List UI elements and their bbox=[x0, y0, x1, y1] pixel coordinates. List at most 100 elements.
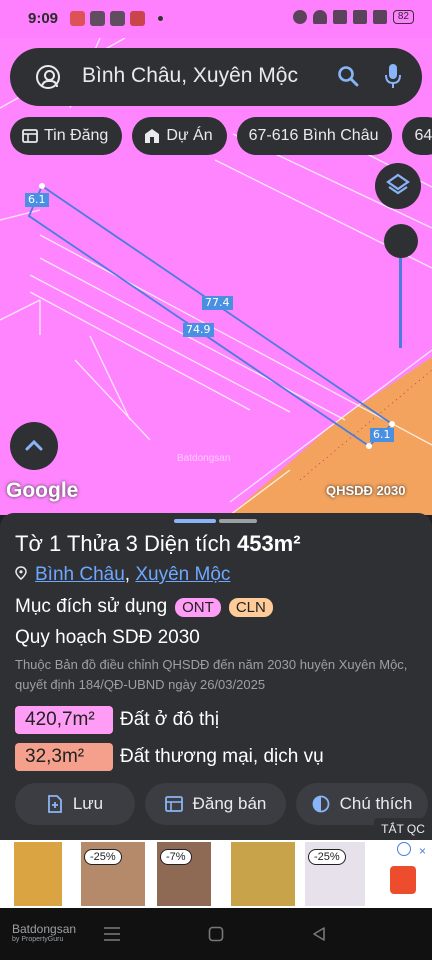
wifi-icon bbox=[312, 10, 327, 24]
address-district-link[interactable]: Xuyên Mộc bbox=[135, 564, 230, 585]
parcel-address: Bình Châu, Xuyên Mộc bbox=[15, 564, 230, 586]
opacity-slider-handle[interactable] bbox=[384, 224, 418, 258]
ad-banner[interactable]: TẮT QC -25% -7% -25% × bbox=[0, 818, 432, 908]
dimension-label: 74.9 bbox=[183, 323, 214, 337]
ad-product-image[interactable] bbox=[14, 842, 62, 906]
close-icon[interactable]: × bbox=[419, 844, 426, 858]
land-use-label: Mục đích sử dụng bbox=[15, 596, 168, 617]
save-label: Lưu bbox=[72, 794, 104, 813]
chip-tin-dang[interactable]: Tin Đăng bbox=[10, 117, 123, 155]
expand-button[interactable] bbox=[10, 422, 58, 470]
recent-apps-icon[interactable] bbox=[103, 926, 121, 942]
more-notifications-icon bbox=[158, 16, 163, 21]
dimension-label: 6.1 bbox=[25, 193, 49, 207]
location-pin-icon bbox=[15, 566, 27, 580]
chevron-up-icon bbox=[25, 439, 43, 451]
app-notification-icon bbox=[110, 11, 125, 26]
notification-icons bbox=[70, 11, 163, 26]
microphone-icon[interactable] bbox=[384, 63, 402, 89]
post-sale-button[interactable]: Đăng bán bbox=[145, 783, 286, 825]
app-notification-icon bbox=[70, 11, 85, 26]
parcel-vertex bbox=[366, 443, 372, 449]
map-canvas bbox=[0, 38, 432, 515]
area-row: 420,7m² Đất ở đô thị bbox=[15, 706, 219, 734]
action-buttons: Lưu Đăng bán Chú thích bbox=[15, 783, 428, 825]
discount-badge: -25% bbox=[308, 849, 346, 865]
discount-badge: -25% bbox=[84, 849, 122, 865]
building-icon bbox=[145, 129, 160, 143]
search-bar[interactable]: Bình Châu, Xuyên Mộc bbox=[10, 48, 422, 106]
back-icon[interactable] bbox=[311, 926, 327, 942]
land-use-badge-cln: CLN bbox=[228, 597, 273, 617]
system-status: 82 bbox=[292, 10, 414, 24]
status-time: 9:09 bbox=[28, 10, 59, 27]
watermark-logo: Batdongsan bbox=[177, 453, 231, 464]
search-query[interactable]: Bình Châu, Xuyên Mộc bbox=[82, 64, 298, 88]
volte-icon bbox=[332, 10, 347, 24]
signal-icon bbox=[372, 10, 387, 24]
chip-label: Tin Đăng bbox=[44, 127, 109, 144]
info-icon[interactable] bbox=[397, 842, 411, 856]
area-type: Đất thương mại, dịch vụ bbox=[120, 746, 324, 767]
sheet-handle[interactable] bbox=[174, 519, 216, 523]
area-label: Diện tích bbox=[137, 531, 237, 556]
battery-icon: 82 bbox=[392, 10, 414, 24]
system-nav-bar: Batdongsan by PropertyGuru bbox=[0, 908, 432, 960]
opacity-slider-track[interactable] bbox=[399, 258, 402, 348]
parcel-info-panel: Tờ 1 Thửa 3 Diện tích 453m² Bình Châu, X… bbox=[0, 513, 432, 843]
logo-subtext: by PropertyGuru bbox=[12, 936, 64, 943]
sheet-handle[interactable] bbox=[219, 519, 257, 523]
search-icon[interactable] bbox=[337, 65, 359, 87]
parcel-title: Tờ 1 Thửa 3 Diện tích 453m² bbox=[15, 531, 301, 557]
app-notification-icon bbox=[130, 11, 145, 26]
map-layer-label: QHSDĐ 2030 bbox=[326, 483, 406, 498]
close-ad-button[interactable]: TẮT QC bbox=[374, 818, 432, 840]
account-icon[interactable] bbox=[36, 65, 60, 89]
save-button[interactable]: Lưu bbox=[15, 783, 135, 825]
area-type: Đất ở đô thị bbox=[120, 709, 220, 730]
post-sale-label: Đăng bán bbox=[192, 794, 267, 813]
land-use-badge-ont: ONT bbox=[175, 597, 221, 617]
bookmark-add-icon bbox=[47, 795, 62, 813]
listing-icon bbox=[22, 129, 38, 143]
planning-title: Quy hoạch SDĐ 2030 bbox=[15, 627, 200, 648]
listing-icon bbox=[164, 796, 183, 812]
home-icon[interactable] bbox=[208, 926, 224, 942]
alarm-icon bbox=[292, 10, 307, 24]
app-logo: Batdongsan by PropertyGuru bbox=[12, 922, 76, 943]
filter-chips: Tin Đăng Dự Án 67-616 Bình Châu 64 bbox=[10, 117, 432, 155]
dimension-label: 6.1 bbox=[370, 428, 394, 442]
chip-label: 67-616 Bình Châu bbox=[248, 127, 379, 144]
chip-more[interactable]: 64 bbox=[402, 117, 432, 155]
status-bar: 9:09 82 bbox=[0, 0, 432, 38]
discount-badge: -7% bbox=[160, 849, 192, 865]
land-use-row: Mục đích sử dụng ONT CLN bbox=[15, 596, 273, 618]
chip-label: Dự Án bbox=[166, 127, 213, 144]
address-separator: , bbox=[124, 564, 136, 585]
address-ward-link[interactable]: Bình Châu bbox=[35, 564, 125, 585]
contrast-icon bbox=[312, 795, 330, 813]
chip-du-an[interactable]: Dự Án bbox=[132, 117, 227, 155]
logo-text: Batdongsan bbox=[12, 922, 77, 936]
parcel-vertex bbox=[39, 183, 45, 189]
layers-icon bbox=[386, 173, 410, 195]
shopee-icon[interactable] bbox=[390, 866, 416, 894]
area-badge: 420,7m² bbox=[15, 706, 113, 734]
layers-button[interactable] bbox=[375, 163, 421, 209]
map-view[interactable] bbox=[0, 38, 432, 515]
signal-icon bbox=[352, 10, 367, 24]
parcel-number: Thửa 3 bbox=[61, 531, 138, 556]
parcel-vertex bbox=[389, 421, 395, 427]
google-logo: Google bbox=[6, 479, 79, 502]
chip-label: 64 bbox=[414, 127, 432, 144]
chip-area-code[interactable]: 67-616 Bình Châu bbox=[236, 117, 393, 155]
dimension-label: 77.4 bbox=[202, 296, 233, 310]
area-row: 32,3m² Đất thương mại, dịch vụ bbox=[15, 743, 324, 771]
app-notification-icon bbox=[90, 11, 105, 26]
sheet-number: Tờ 1 bbox=[15, 531, 62, 556]
ad-product-image[interactable] bbox=[231, 842, 295, 906]
legend-label: Chú thích bbox=[339, 794, 413, 813]
selected-parcel[interactable] bbox=[27, 184, 394, 448]
area-value: 453m² bbox=[236, 531, 301, 556]
area-badge: 32,3m² bbox=[15, 743, 113, 771]
